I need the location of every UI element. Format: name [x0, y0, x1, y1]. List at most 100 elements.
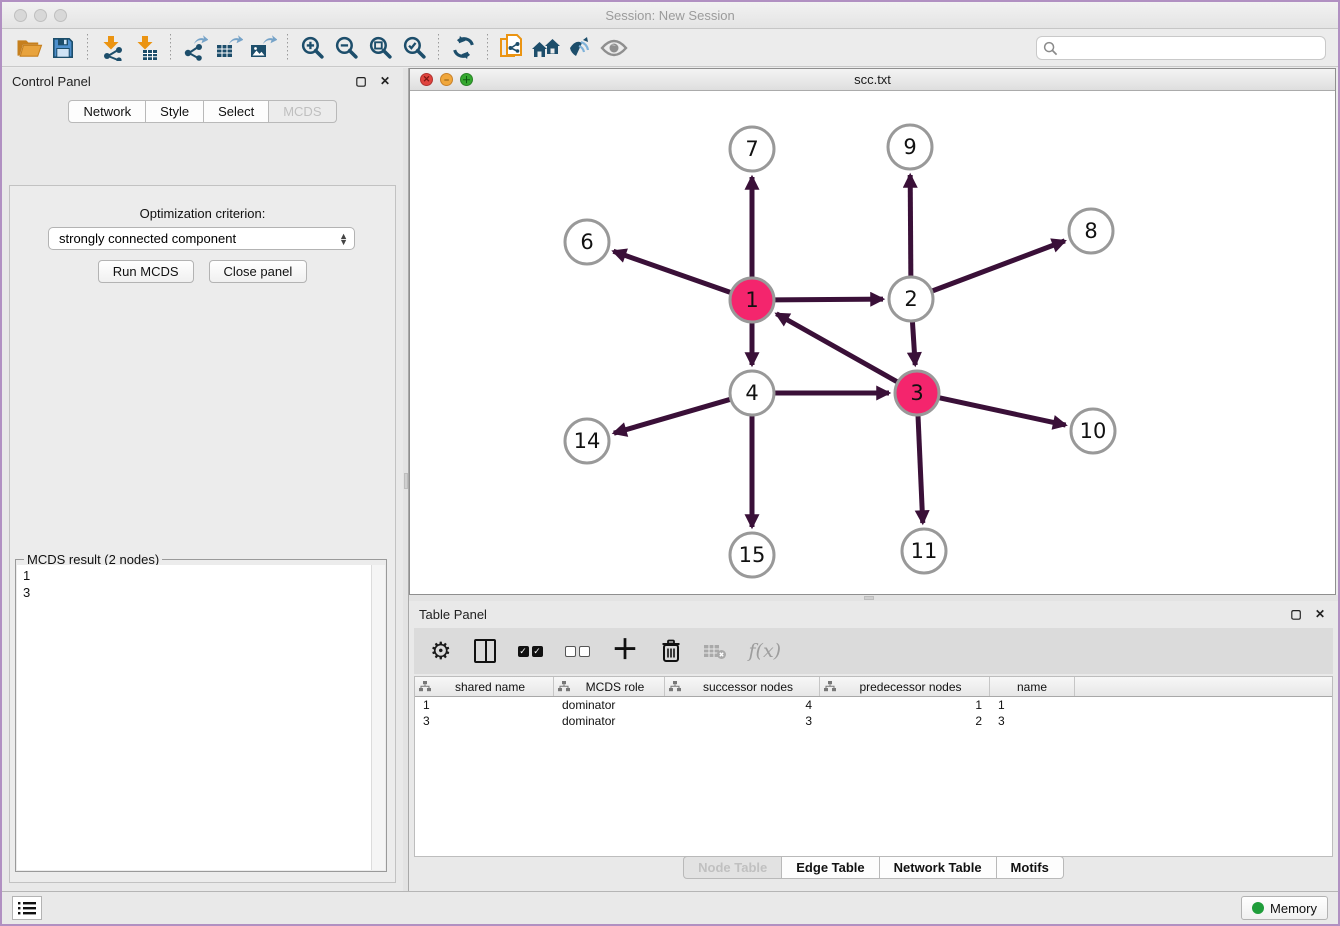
edge-2-8[interactable] — [933, 241, 1065, 291]
column-header-MCDS-role[interactable]: MCDS role — [554, 677, 665, 696]
gear-icon[interactable]: ⚙ — [430, 636, 452, 666]
column-type-icon — [419, 681, 431, 692]
tab-network[interactable]: Network — [68, 100, 146, 123]
node-4[interactable]: 4 — [730, 371, 774, 415]
cell-name[interactable]: 3 — [990, 713, 1075, 729]
column-header-name[interactable]: name — [990, 677, 1075, 696]
tab-network-table[interactable]: Network Table — [880, 856, 997, 879]
table-row: 3dominator323 — [415, 713, 1332, 729]
table-body: 1dominator4113dominator323 — [415, 697, 1332, 729]
zoom-in-icon[interactable] — [295, 33, 329, 63]
node-11[interactable]: 11 — [902, 529, 946, 573]
svg-text:11: 11 — [911, 539, 938, 563]
cell-MCDS-role[interactable]: dominator — [554, 697, 665, 713]
control-panel-tabs: NetworkStyleSelectMCDS — [2, 100, 403, 123]
export-network-icon[interactable] — [178, 33, 212, 63]
first-neighbors-houses-icon[interactable] — [529, 33, 563, 63]
search-input[interactable] — [1062, 41, 1319, 56]
column-header-predecessor-nodes[interactable]: predecessor nodes — [820, 677, 990, 696]
node-6[interactable]: 6 — [565, 220, 609, 264]
mcds-result-scrollbar[interactable] — [371, 565, 385, 870]
float-panel-icon[interactable]: ▢ — [1288, 606, 1304, 622]
network-window: ✕ − ＋ scc.txt 7 9 6 8 1 2 4 3 14 10 15 11 — [409, 68, 1336, 595]
cell-successor-nodes[interactable]: 4 — [665, 697, 820, 713]
table-header-row: shared nameMCDS rolesuccessor nodesprede… — [415, 677, 1332, 697]
column-header-successor-nodes[interactable]: successor nodes — [665, 677, 820, 696]
node-3[interactable]: 3 — [895, 371, 939, 415]
cell-shared-name[interactable]: 3 — [415, 713, 554, 729]
list-icon — [18, 901, 36, 916]
criterion-dropdown[interactable]: strongly connected component ▲▼ — [48, 227, 355, 250]
main-toolbar — [2, 29, 1338, 67]
unselect-all-columns-icon[interactable] — [565, 636, 590, 666]
memory-label: Memory — [1270, 901, 1317, 916]
network-window-titlebar: ✕ − ＋ scc.txt — [410, 69, 1335, 91]
tab-style[interactable]: Style — [146, 100, 204, 123]
save-session-icon[interactable] — [46, 33, 80, 63]
open-folder-icon[interactable] — [12, 33, 46, 63]
close-panel-icon[interactable]: ✕ — [377, 73, 393, 89]
node-14[interactable]: 14 — [565, 419, 609, 463]
tab-motifs[interactable]: Motifs — [997, 856, 1064, 879]
network-graph[interactable]: 7 9 6 8 1 2 4 3 14 10 15 11 — [410, 91, 1339, 595]
application-window: Session: New Session — [0, 0, 1340, 926]
mcds-result-group: MCDS result (2 nodes) 1 3 — [15, 559, 387, 872]
edge-3-1[interactable] — [776, 314, 897, 382]
copy-network-icon[interactable] — [495, 33, 529, 63]
svg-text:7: 7 — [745, 137, 758, 161]
edge-3-10[interactable] — [939, 398, 1065, 425]
task-history-button[interactable] — [12, 896, 42, 920]
splitter-grip[interactable] — [404, 473, 408, 489]
edge-2-3[interactable] — [912, 322, 915, 365]
cell-MCDS-role[interactable]: dominator — [554, 713, 665, 729]
node-10[interactable]: 10 — [1071, 409, 1115, 453]
network-canvas[interactable]: 7 9 6 8 1 2 4 3 14 10 15 11 — [410, 91, 1335, 594]
memory-button[interactable]: Memory — [1241, 896, 1328, 920]
graphics-details-paint-icon[interactable] — [563, 33, 597, 63]
node-table: shared nameMCDS rolesuccessor nodesprede… — [414, 676, 1333, 857]
cell-predecessor-nodes[interactable]: 2 — [820, 713, 990, 729]
edge-3-11[interactable] — [918, 416, 923, 523]
close-panel-icon[interactable]: ✕ — [1312, 606, 1328, 622]
tab-select[interactable]: Select — [204, 100, 269, 123]
edge-2-9[interactable] — [910, 175, 911, 276]
hide-details-eye-icon[interactable] — [597, 33, 631, 63]
import-table-icon[interactable] — [129, 33, 163, 63]
zoom-fit-icon[interactable] — [363, 33, 397, 63]
column-header-shared-name[interactable]: shared name — [415, 677, 554, 696]
node-9[interactable]: 9 — [888, 125, 932, 169]
cell-shared-name[interactable]: 1 — [415, 697, 554, 713]
cell-name[interactable]: 1 — [990, 697, 1075, 713]
delete-column-trash-icon[interactable] — [661, 636, 681, 666]
export-table-icon[interactable] — [212, 33, 246, 63]
add-column-icon[interactable]: ＋ — [612, 636, 639, 666]
toolbar-separator — [438, 34, 439, 62]
cell-successor-nodes[interactable]: 3 — [665, 713, 820, 729]
export-image-icon[interactable] — [246, 33, 280, 63]
node-8[interactable]: 8 — [1069, 209, 1113, 253]
close-panel-button[interactable]: Close panel — [209, 260, 308, 283]
mcds-result-text[interactable]: 1 3 — [17, 565, 371, 870]
float-panel-icon[interactable]: ▢ — [353, 73, 369, 89]
zoom-out-icon[interactable] — [329, 33, 363, 63]
edge-4-14[interactable] — [614, 399, 730, 433]
cell-predecessor-nodes[interactable]: 1 — [820, 697, 990, 713]
tab-node-table[interactable]: Node Table — [683, 856, 782, 879]
columns-icon[interactable] — [474, 636, 496, 666]
column-type-icon — [669, 681, 681, 692]
select-all-columns-icon[interactable]: ✓✓ — [518, 636, 543, 666]
zoom-selected-icon[interactable] — [397, 33, 431, 63]
run-mcds-button[interactable]: Run MCDS — [98, 260, 194, 283]
apply-layout-refresh-icon[interactable] — [446, 33, 480, 63]
node-2[interactable]: 2 — [889, 277, 933, 321]
edge-1-6[interactable] — [613, 251, 730, 292]
node-7[interactable]: 7 — [730, 127, 774, 171]
node-1[interactable]: 1 — [730, 278, 774, 322]
tab-mcds[interactable]: MCDS — [269, 100, 336, 123]
toolbar-separator — [487, 34, 488, 62]
node-15[interactable]: 15 — [730, 533, 774, 577]
edge-1-2[interactable] — [775, 299, 883, 300]
import-network-icon[interactable] — [95, 33, 129, 63]
splitter-grip[interactable] — [864, 596, 874, 600]
tab-edge-table[interactable]: Edge Table — [782, 856, 879, 879]
